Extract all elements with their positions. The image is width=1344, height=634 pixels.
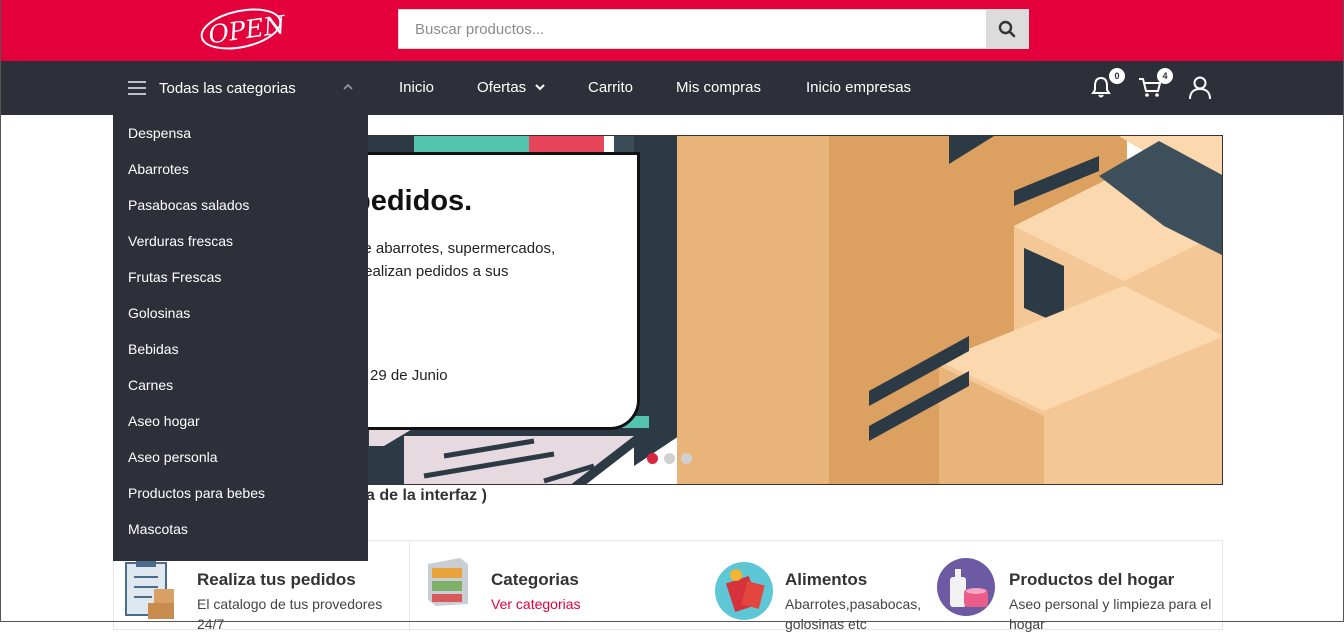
feature-hogar-subtitle-line2: hogar [1009, 616, 1045, 632]
category-verduras-frescas[interactable]: Verduras frescas [113, 223, 368, 259]
category-golosinas[interactable]: Golosinas [113, 295, 368, 331]
feature-alimentos-subtitle-line2: golosinas etc [785, 616, 867, 632]
banner-text-line1: as de abarrotes, supermercados, [335, 240, 556, 257]
feature-categorias[interactable]: Categorias Ver categorias [410, 541, 700, 631]
category-mascotas[interactable]: Mascotas [113, 511, 368, 547]
feature-hogar[interactable]: Productos del hogar Aseo personal y limp… [932, 541, 1224, 634]
logo-text: OPEN [207, 10, 286, 50]
category-aseo-hogar[interactable]: Aseo hogar [113, 403, 368, 439]
search-input[interactable] [399, 10, 987, 48]
all-categories-label: Todas las categorias [159, 79, 296, 97]
search-icon [998, 20, 1016, 38]
feature-pedidos-subtitle-line1: El catalogo de tus provedores [197, 596, 383, 612]
feature-categorias-title: Categorias [491, 570, 579, 589]
category-frutas-frescas[interactable]: Frutas Frescas [113, 259, 368, 295]
main-nav: Todas las categorias Inicio Ofertas Carr… [0, 61, 1344, 115]
notifications-button[interactable]: 0 [1090, 68, 1125, 101]
category-carnes[interactable]: Carnes [113, 367, 368, 403]
banner-text-line2: tas realizan pedidos a sus [335, 263, 509, 280]
feature-pedidos-subtitle: El catalogo de tus provedores 24/7 [197, 594, 382, 634]
shelf-icon [428, 558, 468, 606]
open-logo[interactable]: OPEN [196, 6, 288, 52]
feature-alimentos-title: Alimentos [785, 570, 868, 589]
feature-hogar-title: Productos del hogar [1009, 570, 1175, 589]
category-despensa[interactable]: Despensa [113, 115, 368, 151]
search-button[interactable] [986, 10, 1028, 48]
banner-title: pedidos. [353, 185, 473, 217]
nav-inicio[interactable]: Inicio [399, 61, 434, 115]
banner-text: as de abarrotes, supermercados, tas real… [335, 237, 635, 283]
top-header: OPEN [0, 0, 1344, 61]
feature-hogar-subtitle-line1: Aseo personal y limpieza para el [1009, 596, 1212, 612]
chevron-down-icon [535, 84, 546, 91]
nav-carrito[interactable]: Carrito [588, 61, 633, 115]
feature-pedidos-subtitle-line2: 24/7 [197, 616, 225, 632]
food-icon [715, 562, 773, 620]
all-categories-toggle[interactable]: Todas las categorias [128, 61, 360, 115]
feature-alimentos-subtitle: Abarrotes,pasabocas, golosinas etc [785, 594, 921, 634]
feature-pedidos-title: Realiza tus pedidos [197, 570, 356, 589]
carousel-dot-3[interactable] [681, 453, 692, 464]
category-abarrotes[interactable]: Abarrotes [113, 151, 368, 187]
carousel-dot-2[interactable] [664, 453, 675, 464]
ver-categorias-link[interactable]: Ver categorias [491, 596, 581, 612]
feature-hogar-subtitle: Aseo personal y limpieza para el hogar [1009, 594, 1211, 634]
banner-date: 29 de Junio [370, 367, 448, 384]
user-icon [1189, 76, 1211, 100]
nav-ofertas[interactable]: Ofertas [477, 61, 546, 115]
banner-caption: a de la interfaz ) [366, 487, 487, 504]
categories-dropdown: Despensa Abarrotes Pasabocas salados Ver… [113, 115, 368, 561]
nav-inicio-empresas[interactable]: Inicio empresas [806, 61, 911, 115]
cleaning-icon [937, 558, 995, 616]
feature-alimentos[interactable]: Alimentos Abarrotes,pasabocas, golosinas… [704, 541, 932, 634]
cart-button[interactable]: 4 [1138, 68, 1173, 101]
cart-badge: 4 [1157, 68, 1173, 84]
account-button[interactable] [1188, 75, 1214, 101]
feature-alimentos-subtitle-line1: Abarrotes,pasabocas, [785, 596, 922, 612]
menu-icon [128, 77, 146, 99]
carousel-indicators [647, 453, 692, 464]
carousel-dot-1[interactable] [647, 453, 658, 464]
nav-ofertas-label: Ofertas [477, 79, 527, 96]
chevron-up-icon [343, 83, 353, 90]
category-pasabocas-salados[interactable]: Pasabocas salados [113, 187, 368, 223]
category-aseo-personal[interactable]: Aseo personla [113, 439, 368, 475]
nav-mis-compras[interactable]: Mis compras [676, 61, 761, 115]
notifications-badge: 0 [1109, 68, 1125, 84]
search-bar [398, 9, 1029, 49]
feature-categorias-link[interactable]: Ver categorias [491, 594, 581, 614]
category-bebidas[interactable]: Bebidas [113, 331, 368, 367]
checklist-icon [125, 559, 174, 619]
category-productos-bebes[interactable]: Productos para bebes [113, 475, 368, 511]
